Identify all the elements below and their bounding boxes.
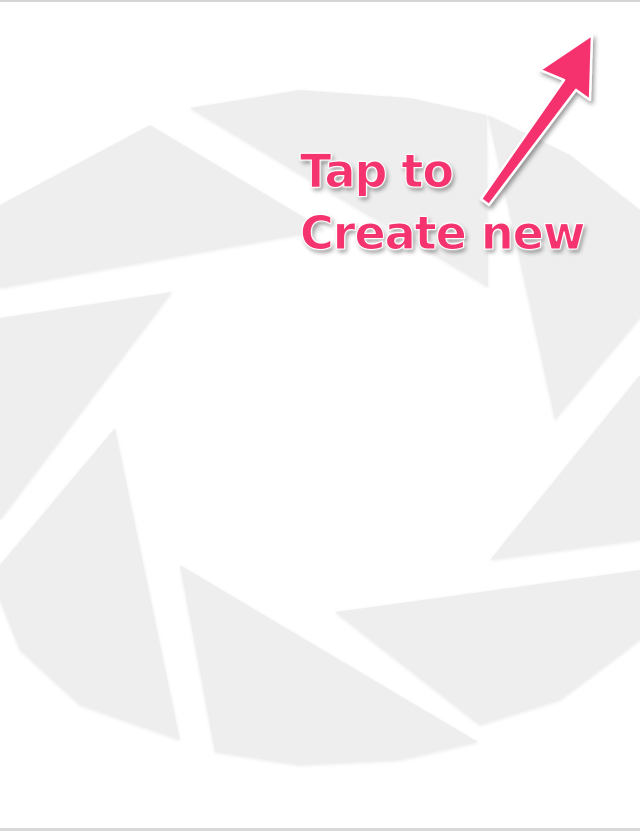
arrow-up-right-icon (479, 33, 594, 207)
empty-state-screen: Tap to Create new (0, 0, 640, 831)
hint-line-1: Tap to (299, 144, 454, 199)
hint-line-2: Create new (299, 206, 585, 261)
create-new-hint: Tap to Create new (299, 140, 585, 264)
